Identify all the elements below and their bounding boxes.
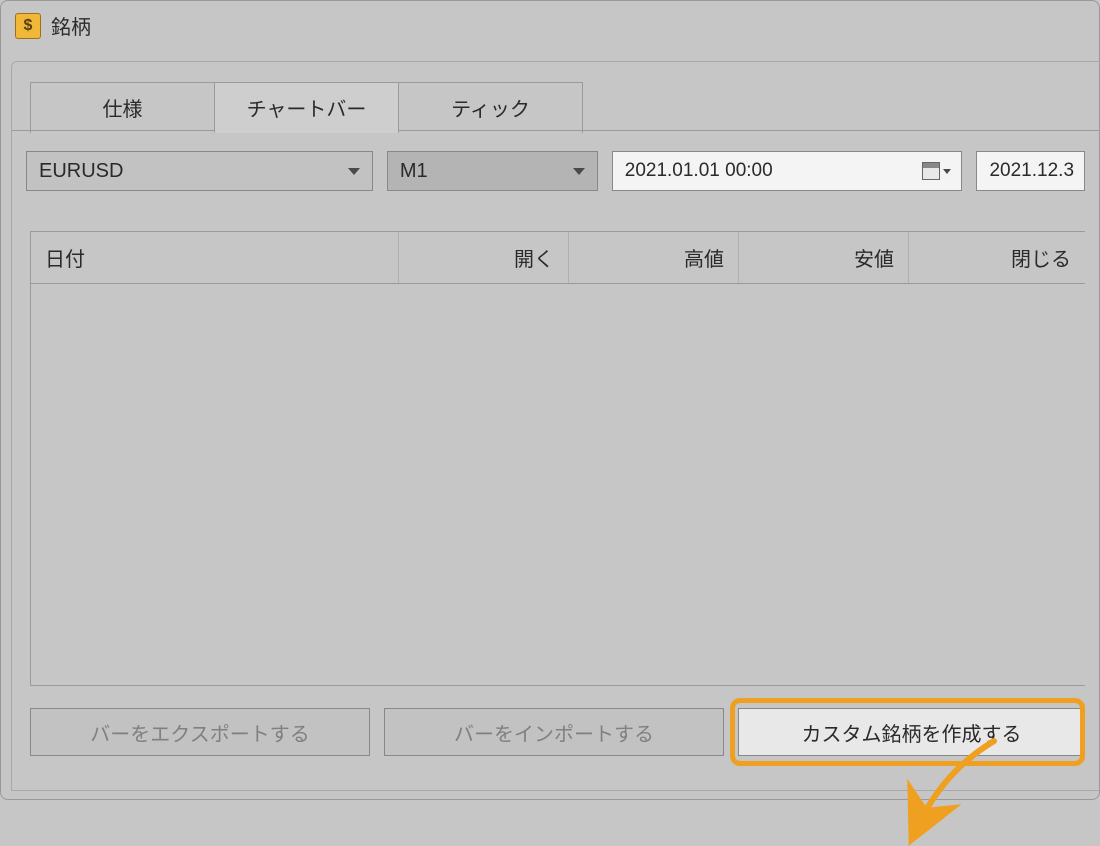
timeframe-value: M1 [400, 160, 428, 183]
date-end-value: 2021.12.3 [989, 160, 1074, 182]
column-header-close[interactable]: 閉じる [909, 232, 1085, 283]
create-custom-symbol-button[interactable]: カスタム銘柄を作成する [738, 708, 1085, 756]
bottom-button-row: バーをエクスポートする バーをインポートする カスタム銘柄を作成する [26, 708, 1085, 756]
tab-content: EURUSD M1 2021.01.01 00:00 2021.12.3 [12, 130, 1099, 770]
timeframe-dropdown[interactable]: M1 [387, 151, 598, 191]
tab-spec[interactable]: 仕様 [30, 82, 215, 133]
chevron-down-icon [943, 169, 951, 174]
chevron-down-icon [348, 168, 360, 175]
table-header-row: 日付 開く 高値 安値 閉じる [31, 232, 1085, 284]
dollar-icon: $ [15, 13, 41, 39]
column-header-low[interactable]: 安値 [739, 232, 909, 283]
chevron-down-icon [573, 168, 585, 175]
date-start-value: 2021.01.01 00:00 [625, 160, 773, 182]
data-table: 日付 開く 高値 安値 閉じる [30, 231, 1085, 686]
column-header-open[interactable]: 開く [399, 232, 569, 283]
tab-tick[interactable]: ティック [398, 82, 583, 133]
symbol-window: $ 銘柄 仕様 チャートバー ティック EURUSD M1 2021.01.01… [0, 0, 1100, 800]
import-bars-button[interactable]: バーをインポートする [384, 708, 724, 756]
controls-row: EURUSD M1 2021.01.01 00:00 2021.12.3 [26, 151, 1085, 191]
calendar-picker-icon[interactable] [922, 162, 951, 180]
column-header-high[interactable]: 高値 [569, 232, 739, 283]
window-title: 銘柄 [51, 11, 91, 40]
date-start-input[interactable]: 2021.01.01 00:00 [612, 151, 963, 191]
date-end-input[interactable]: 2021.12.3 [976, 151, 1085, 191]
symbol-value: EURUSD [39, 160, 123, 183]
create-custom-wrapper: カスタム銘柄を作成する [738, 708, 1085, 756]
calendar-icon [922, 162, 940, 180]
column-header-date[interactable]: 日付 [31, 232, 399, 283]
tab-bar: 仕様 チャートバー ティック [30, 82, 1099, 133]
tab-chartbar[interactable]: チャートバー [214, 82, 399, 133]
title-bar: $ 銘柄 [1, 1, 1099, 50]
client-area: 仕様 チャートバー ティック EURUSD M1 2021.01.01 00:0… [11, 61, 1099, 791]
symbol-dropdown[interactable]: EURUSD [26, 151, 373, 191]
export-bars-button[interactable]: バーをエクスポートする [30, 708, 370, 756]
